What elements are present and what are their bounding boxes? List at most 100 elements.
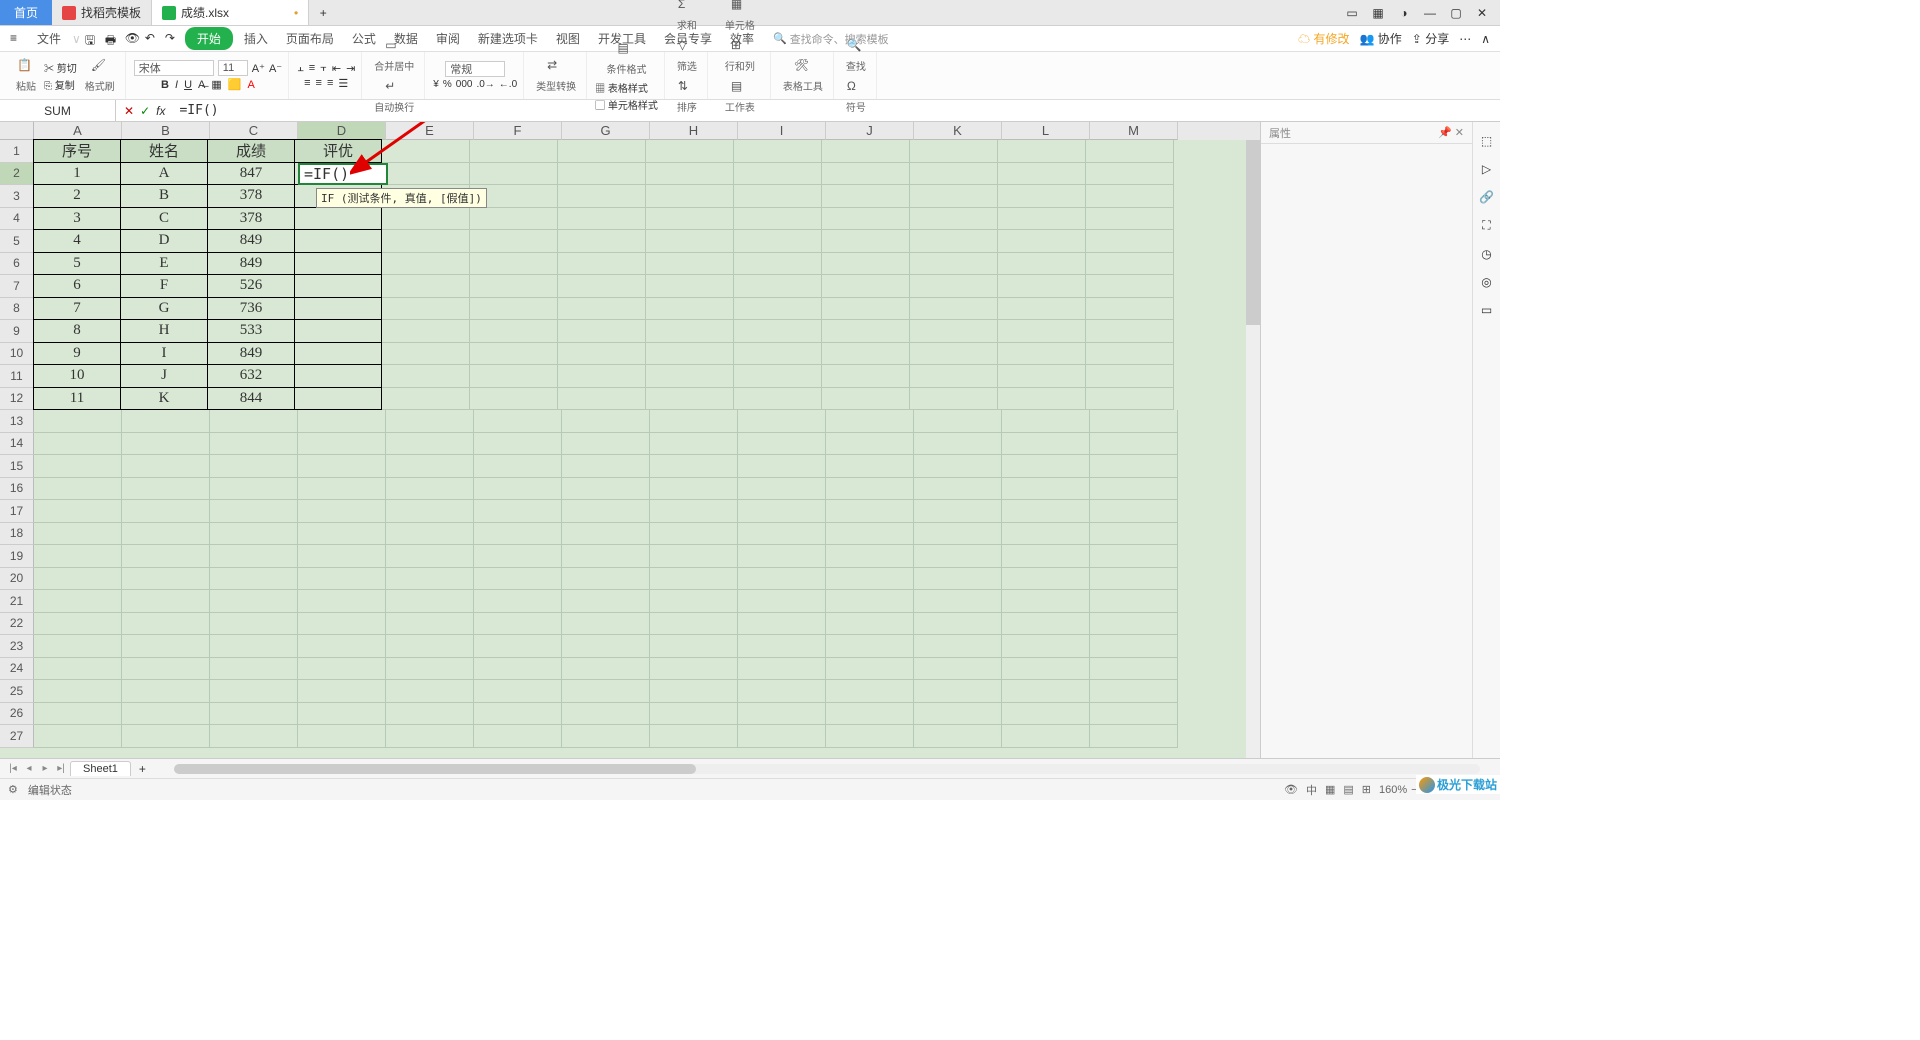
cell-L17[interactable] [1002,500,1090,523]
cell-L1[interactable] [998,140,1086,163]
cell-F2[interactable] [470,163,558,186]
cell-M12[interactable] [1086,388,1174,411]
cell-D26[interactable] [298,703,386,726]
cell-I10[interactable] [734,343,822,366]
cell-E4[interactable] [382,208,470,231]
cell-M7[interactable] [1086,275,1174,298]
cell-L20[interactable] [1002,568,1090,591]
paste-button[interactable]: 📋 粘贴 [12,56,40,95]
cell-L25[interactable] [1002,680,1090,703]
cell-I14[interactable] [738,433,826,456]
cell-C18[interactable] [210,523,298,546]
cell-I13[interactable] [738,410,826,433]
border-button[interactable]: ▦ [211,78,221,91]
cell-I25[interactable] [738,680,826,703]
row-header-9[interactable]: 9 [0,320,34,343]
cell-J16[interactable] [826,478,914,501]
cell-F24[interactable] [474,658,562,681]
sum-button[interactable]: Σ求和 [673,0,701,34]
cell-M1[interactable] [1086,140,1174,163]
cell-M4[interactable] [1086,208,1174,231]
cell-H24[interactable] [650,658,738,681]
minimize-button[interactable]: — [1422,5,1438,21]
new-tab-button[interactable]: + [309,0,337,25]
cell-H18[interactable] [650,523,738,546]
cell-M22[interactable] [1090,613,1178,636]
cell-B5[interactable]: D [120,229,208,253]
cell-L9[interactable] [998,320,1086,343]
eye-icon[interactable]: 👁 [1284,783,1298,796]
cell-A17[interactable] [34,500,122,523]
cell-E20[interactable] [386,568,474,591]
row-header-27[interactable]: 27 [0,725,34,748]
row-header-2[interactable]: 2 [0,163,34,186]
cell-M17[interactable] [1090,500,1178,523]
align-bot-icon[interactable]: ⫟ [320,62,327,75]
cell-F7[interactable] [470,275,558,298]
cell-J18[interactable] [826,523,914,546]
row-header-22[interactable]: 22 [0,613,34,636]
align-center-icon[interactable]: ≡ [316,77,322,89]
cell-L15[interactable] [1002,455,1090,478]
vertical-scrollbar[interactable] [1246,140,1260,758]
cell-E19[interactable] [386,545,474,568]
cell-J8[interactable] [822,298,910,321]
cell-G21[interactable] [562,590,650,613]
row-header-15[interactable]: 15 [0,455,34,478]
cell-L14[interactable] [1002,433,1090,456]
cell-J13[interactable] [826,410,914,433]
cell-D15[interactable] [298,455,386,478]
type-convert-button[interactable]: ⇄类型转换 [532,56,580,95]
cell-L4[interactable] [998,208,1086,231]
cell-D13[interactable] [298,410,386,433]
redo-icon[interactable]: ↷ [165,31,181,47]
cell-K25[interactable] [914,680,1002,703]
cell-L7[interactable] [998,275,1086,298]
cell-H2[interactable] [646,163,734,186]
font-color-button[interactable]: A [247,79,254,91]
find-button[interactable]: 🔍查找 [842,36,870,75]
cell-B12[interactable]: K [120,387,208,411]
cell-M14[interactable] [1090,433,1178,456]
copy-button[interactable]: ⎘ 复制 [44,77,77,92]
cell-C11[interactable]: 632 [207,364,295,388]
align-left-icon[interactable]: ≡ [304,77,310,89]
cell-J7[interactable] [822,275,910,298]
cell-D18[interactable] [298,523,386,546]
cell-D23[interactable] [298,635,386,658]
cell-H9[interactable] [646,320,734,343]
row-header-21[interactable]: 21 [0,590,34,613]
row-header-18[interactable]: 18 [0,523,34,546]
cell-C14[interactable] [210,433,298,456]
cell-I17[interactable] [738,500,826,523]
cell-D19[interactable] [298,545,386,568]
cell-K11[interactable] [910,365,998,388]
cell-B11[interactable]: J [120,364,208,388]
cell-A22[interactable] [34,613,122,636]
col-header-A[interactable]: A [34,122,122,140]
cell-C25[interactable] [210,680,298,703]
cell-G17[interactable] [562,500,650,523]
cell-G16[interactable] [562,478,650,501]
cell-B6[interactable]: E [120,252,208,276]
cell-F10[interactable] [470,343,558,366]
row-header-24[interactable]: 24 [0,658,34,681]
increase-font-icon[interactable]: A⁺ [252,62,265,75]
cell-B15[interactable] [122,455,210,478]
cell-G20[interactable] [562,568,650,591]
cell-A4[interactable]: 3 [33,207,121,231]
cell-button[interactable]: ▦单元格 [721,0,759,34]
horizontal-scrollbar[interactable] [174,764,1480,774]
cell-A14[interactable] [34,433,122,456]
cell-A12[interactable]: 11 [33,387,121,411]
cell-D20[interactable] [298,568,386,591]
cell-F18[interactable] [474,523,562,546]
cell-I24[interactable] [738,658,826,681]
name-box[interactable]: SUM [0,100,116,121]
cell-J26[interactable] [826,703,914,726]
filter-button[interactable]: ▽筛选 [673,36,701,75]
cell-D25[interactable] [298,680,386,703]
docer-tab[interactable]: 找稻壳模板 [52,0,152,25]
row-header-17[interactable]: 17 [0,500,34,523]
row-header-13[interactable]: 13 [0,410,34,433]
